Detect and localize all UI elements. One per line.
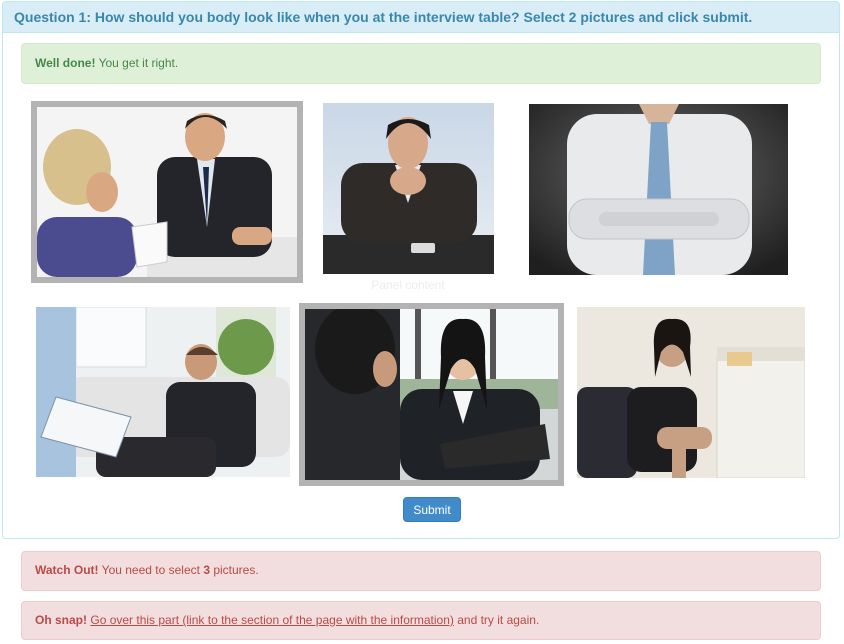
oh-snap-alert: Oh snap! Go over this part (link to the … [21,601,821,640]
image-option-2[interactable] [323,103,494,274]
panel-caption: Panel content [371,278,445,292]
photo-man-slouching-couch [36,307,290,477]
oh-snap-strong: Oh snap! [35,613,88,627]
image-option-1[interactable] [31,101,303,283]
photo-interview-handshake [37,107,297,277]
watch-out-text-post: pictures. [210,563,259,577]
photo-man-hands-clasped [323,103,494,274]
success-alert: Well done! You get it right. [21,43,821,84]
photo-woman-seated [577,307,805,478]
watch-out-text-pre: You need to select [98,563,204,577]
question-title: Question 1: How should you body look lik… [3,2,839,33]
watch-out-count: 3 [203,563,210,577]
photo-woman-professional-posture [305,309,558,480]
success-message: You get it right. [95,56,179,70]
image-option-6[interactable] [577,307,805,478]
watch-out-alert: Watch Out! You need to select 3 pictures… [21,551,821,591]
watch-out-strong: Watch Out! [35,563,99,577]
review-link[interactable]: Go over this part (link to the section o… [90,613,454,627]
success-strong: Well done! [35,56,96,70]
image-option-4[interactable] [36,307,290,477]
image-option-3[interactable] [529,104,788,275]
oh-snap-text-post: and try it again. [453,613,540,627]
submit-button[interactable]: Submit [403,497,461,522]
photo-arms-crossed [529,104,788,275]
image-option-5[interactable] [299,303,564,486]
